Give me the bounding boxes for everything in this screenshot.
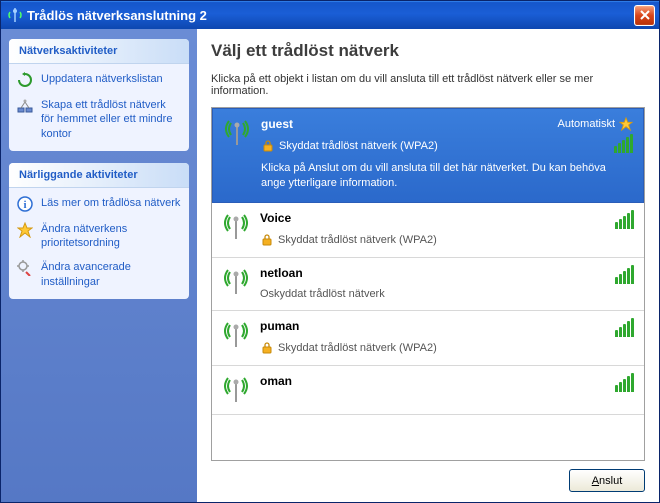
favorite-star-icon xyxy=(619,117,633,131)
task-label: Ändra avancerade inställningar xyxy=(41,260,181,289)
task-label: Skapa ett trådlöst nätverk för hemmet el… xyxy=(41,98,181,141)
network-security-label: Oskyddat trådlöst nätverk xyxy=(260,288,634,300)
page-heading: Välj ett trådlöst nätverk xyxy=(211,41,645,61)
svg-text:i: i xyxy=(23,199,26,211)
main-content: Välj ett trådlöst nätverk Klicka på ett … xyxy=(197,29,659,502)
network-name: puman xyxy=(260,319,634,333)
network-item[interactable]: guest Skyddat trådlöst nätverk (WPA2) Kl… xyxy=(212,108,644,203)
signal-strength-icon xyxy=(615,374,634,392)
panel-header: Närliggande aktiviteter xyxy=(9,163,189,188)
network-security-label: Skyddat trådlöst nätverk (WPA2) xyxy=(260,341,634,355)
settings-icon xyxy=(17,260,33,276)
instruction-text: Klicka på ett objekt i listan om du vill… xyxy=(211,73,645,97)
titlebar: Trådlös nätverksanslutning 2 xyxy=(1,1,659,29)
signal-strength-icon xyxy=(614,135,633,153)
lock-icon xyxy=(261,139,275,153)
refresh-icon xyxy=(17,72,33,88)
close-button[interactable] xyxy=(634,5,655,26)
network-setup-icon xyxy=(17,98,33,114)
network-description: Klicka på Anslut om du vill ansluta till… xyxy=(261,161,633,192)
task-label: Ändra nätverkens prioritetsordning xyxy=(41,222,181,251)
task-change-advanced-settings[interactable]: Ändra avancerade inställningar xyxy=(17,260,181,289)
panel-network-activities: Nätverksaktiviteter Uppdatera nätverksli… xyxy=(9,39,189,151)
network-name: Voice xyxy=(260,211,634,225)
panel-related-activities: Närliggande aktiviteter i Läs mer om trå… xyxy=(9,163,189,299)
network-item[interactable]: Voice Skyddat trådlöst nätverk (WPA2) xyxy=(212,203,644,258)
antenna-icon xyxy=(223,119,251,147)
lock-icon xyxy=(260,233,274,247)
window-title: Trådlös nätverksanslutning 2 xyxy=(27,8,634,23)
task-learn-more-wireless[interactable]: i Läs mer om trådlösa nätverk xyxy=(17,196,181,212)
antenna-icon xyxy=(222,321,250,349)
auto-connect-label: Automatiskt xyxy=(558,117,633,131)
antenna-icon xyxy=(222,213,250,241)
task-change-priority-order[interactable]: Ändra nätverkens prioritetsordning xyxy=(17,222,181,251)
network-name: netloan xyxy=(260,266,634,280)
signal-strength-icon xyxy=(615,266,634,284)
task-refresh-network-list[interactable]: Uppdatera nätverkslistan xyxy=(17,72,181,88)
network-item[interactable]: netloan Oskyddat trådlöst nätverk xyxy=(212,258,644,311)
network-name: oman xyxy=(260,374,634,388)
sidebar: Nätverksaktiviteter Uppdatera nätverksli… xyxy=(1,29,197,502)
network-item[interactable]: oman xyxy=(212,366,644,415)
network-security-label: Skyddat trådlöst nätverk (WPA2) xyxy=(260,233,634,247)
wireless-icon xyxy=(7,8,23,22)
antenna-icon xyxy=(222,268,250,296)
task-label: Uppdatera nätverkslistan xyxy=(41,72,163,86)
info-icon: i xyxy=(17,196,33,212)
signal-strength-icon xyxy=(615,319,634,337)
network-list[interactable]: guest Skyddat trådlöst nätverk (WPA2) Kl… xyxy=(211,107,645,461)
network-item[interactable]: puman Skyddat trådlöst nätverk (WPA2) xyxy=(212,311,644,366)
lock-icon xyxy=(260,341,274,355)
task-create-wireless-network[interactable]: Skapa ett trådlöst nätverk för hemmet el… xyxy=(17,98,181,141)
antenna-icon xyxy=(222,376,250,404)
panel-header: Nätverksaktiviteter xyxy=(9,39,189,64)
footer: Anslut xyxy=(211,461,645,492)
connect-button[interactable]: Anslut xyxy=(569,469,645,492)
task-label: Läs mer om trådlösa nätverk xyxy=(41,196,180,210)
star-icon xyxy=(17,222,33,238)
signal-strength-icon xyxy=(615,211,634,229)
